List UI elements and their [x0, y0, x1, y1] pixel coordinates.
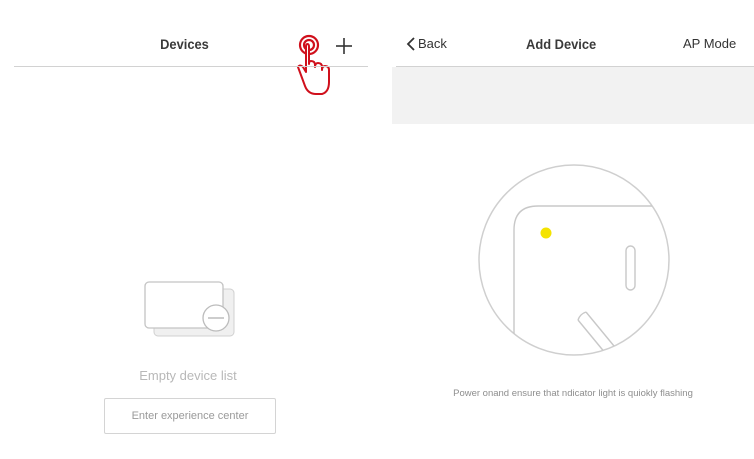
instruction-text: Power onand ensure that ndicator light i…: [453, 388, 693, 399]
add-device-navbar: Back Add Device AP Mode: [392, 0, 754, 67]
navbar-divider: [14, 66, 368, 67]
device-indicator-illustration: [478, 164, 670, 356]
ap-mode-button[interactable]: AP Mode: [683, 36, 736, 51]
devices-navbar: Devices: [0, 0, 376, 95]
enter-experience-center-button[interactable]: Enter experience center: [104, 398, 276, 434]
empty-device-icon: [144, 281, 235, 337]
chevron-left-icon: [406, 36, 415, 51]
add-device-screen: Back Add Device AP Mode Power onand ensu…: [392, 0, 754, 459]
indicator-light: [540, 227, 552, 239]
back-button[interactable]: Back: [406, 36, 447, 51]
back-label: Back: [418, 36, 447, 51]
devices-screen: Devices Empty device list Enter experien…: [0, 0, 376, 459]
header-band: [392, 67, 754, 124]
plus-icon[interactable]: [334, 36, 354, 56]
empty-state-text: Empty device list: [139, 368, 237, 383]
page-title: Devices: [160, 36, 209, 52]
page-title: Add Device: [526, 36, 597, 52]
tap-hand-icon: [297, 34, 330, 95]
